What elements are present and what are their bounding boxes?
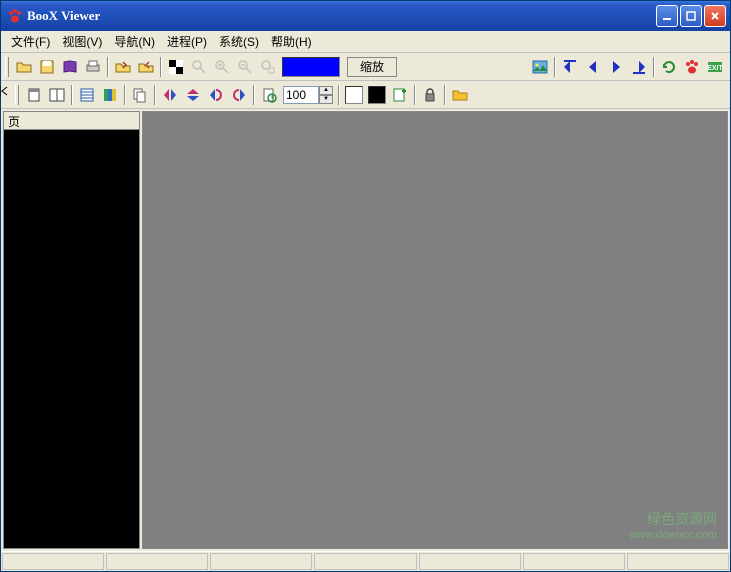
lock-button[interactable] — [419, 84, 441, 106]
exit-button[interactable]: EXIT — [704, 56, 726, 78]
sidebar-header: 页 — [4, 112, 139, 130]
color-add-button[interactable] — [389, 84, 411, 106]
color-swatch-black[interactable] — [368, 86, 386, 104]
image-button[interactable] — [529, 56, 551, 78]
prev-button[interactable] — [582, 56, 604, 78]
separator — [160, 57, 162, 77]
grid-color-button[interactable] — [99, 84, 121, 106]
zoom-label-button[interactable]: 缩放 — [347, 57, 397, 77]
folder-in-button[interactable] — [135, 56, 157, 78]
menu-process[interactable]: 进程(P) — [161, 31, 213, 52]
save-button[interactable] — [36, 56, 58, 78]
menu-nav[interactable]: 导航(N) — [108, 31, 161, 52]
print-button[interactable] — [82, 56, 104, 78]
list-view-button[interactable] — [76, 84, 98, 106]
menu-system[interactable]: 系统(S) — [213, 31, 265, 52]
goto-first-button[interactable] — [559, 56, 581, 78]
separator — [154, 85, 156, 105]
rotate-left-button[interactable] — [205, 84, 227, 106]
flip-horizontal-button[interactable] — [159, 84, 181, 106]
titlebar: BooX Viewer — [1, 1, 730, 31]
separator — [107, 57, 109, 77]
doc-reset-button[interactable] — [258, 84, 280, 106]
folder-yellow-button[interactable] — [449, 84, 471, 106]
separator — [71, 85, 73, 105]
separator — [554, 57, 556, 77]
status-cell — [210, 553, 312, 570]
watermark: 绿色资源网 www.downcc.com — [630, 510, 717, 542]
separator — [124, 85, 126, 105]
separator — [444, 85, 446, 105]
rotate-right-button[interactable] — [228, 84, 250, 106]
close-button[interactable] — [704, 5, 726, 27]
toolbar-main: 缩放 EXIT — [1, 53, 730, 81]
menu-help[interactable]: 帮助(H) — [265, 31, 318, 52]
separator — [253, 85, 255, 105]
main-viewport[interactable]: 绿色资源网 www.downcc.com — [142, 111, 728, 549]
spinner-down-icon[interactable]: ▼ — [319, 95, 333, 104]
status-cell — [627, 553, 729, 570]
minimize-button[interactable] — [656, 5, 678, 27]
paw-button[interactable] — [681, 56, 703, 78]
status-cell — [314, 553, 416, 570]
svg-text:EXIT: EXIT — [707, 65, 723, 72]
separator — [653, 57, 655, 77]
app-window: BooX Viewer 文件(F) 视图(V) 导航(N) 进程(P) 系统(S… — [0, 0, 731, 572]
statusbar — [1, 551, 730, 571]
zoom-value-box[interactable] — [282, 57, 340, 77]
zoom-out-button[interactable] — [234, 56, 256, 78]
zoom-spinner-input[interactable] — [283, 86, 319, 104]
sidebar-thumbnail-area[interactable] — [4, 130, 139, 548]
status-cell — [523, 553, 625, 570]
collapse-arrow-icon[interactable] — [0, 81, 11, 101]
spinner-up-icon[interactable]: ▲ — [319, 86, 333, 95]
toolbar-grip[interactable] — [15, 85, 19, 105]
checker-button[interactable] — [165, 56, 187, 78]
status-cell — [419, 553, 521, 570]
maximize-button[interactable] — [680, 5, 702, 27]
zoom-in-button[interactable] — [211, 56, 233, 78]
open-button[interactable] — [13, 56, 35, 78]
color-swatch-white[interactable] — [345, 86, 363, 104]
zoom-button[interactable] — [188, 56, 210, 78]
flip-vertical-button[interactable] — [182, 84, 204, 106]
status-cell — [106, 553, 208, 570]
layout-double-button[interactable] — [46, 84, 68, 106]
window-title: BooX Viewer — [27, 8, 656, 24]
menubar: 文件(F) 视图(V) 导航(N) 进程(P) 系统(S) 帮助(H) — [1, 31, 730, 53]
menu-file[interactable]: 文件(F) — [5, 31, 56, 52]
layout-single-button[interactable] — [23, 84, 45, 106]
separator — [338, 85, 340, 105]
book-button[interactable] — [59, 56, 81, 78]
copy-button[interactable] — [129, 84, 151, 106]
watermark-line2: www.downcc.com — [630, 528, 717, 542]
folder-out-button[interactable] — [112, 56, 134, 78]
content-area: 页 绿色资源网 www.downcc.com — [1, 109, 730, 551]
toolbar-secondary: ▲ ▼ — [1, 81, 730, 109]
next-button[interactable] — [605, 56, 627, 78]
refresh-button[interactable] — [658, 56, 680, 78]
zoom-spinner[interactable]: ▲ ▼ — [283, 86, 333, 104]
zoom-select-button[interactable] — [257, 56, 279, 78]
toolbar-grip[interactable] — [5, 57, 9, 77]
paw-icon — [7, 8, 23, 24]
window-controls — [656, 5, 726, 27]
status-cell — [2, 553, 104, 570]
separator — [414, 85, 416, 105]
sidebar-panel: 页 — [3, 111, 140, 549]
menu-view[interactable]: 视图(V) — [56, 31, 108, 52]
watermark-line1: 绿色资源网 — [630, 510, 717, 528]
goto-last-button[interactable] — [628, 56, 650, 78]
